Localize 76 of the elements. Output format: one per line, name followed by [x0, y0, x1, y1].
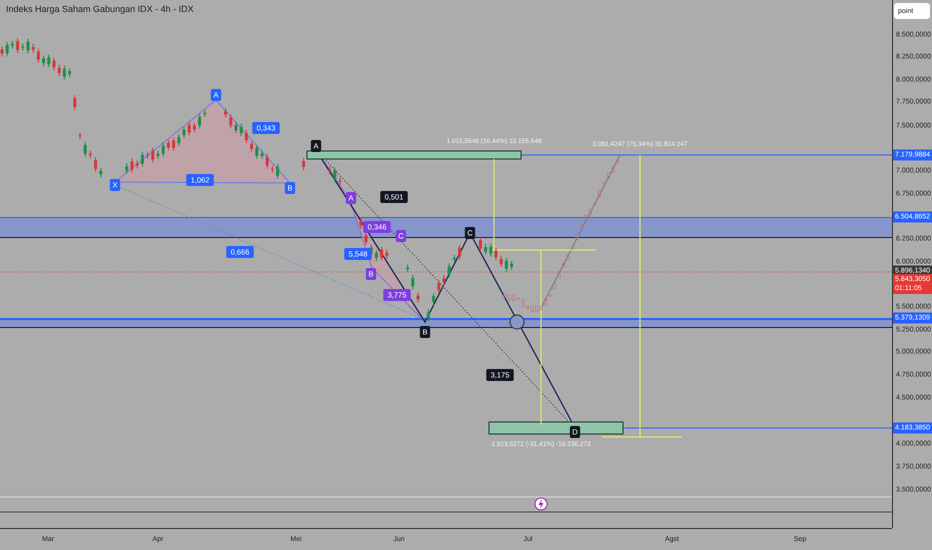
candle [32, 44, 35, 54]
candle [406, 264, 410, 273]
candle [478, 236, 482, 252]
candle [166, 139, 170, 151]
candle [484, 244, 488, 256]
candle [494, 247, 498, 261]
candle [84, 141, 87, 158]
candle [385, 249, 388, 260]
candle [255, 144, 258, 160]
candle [426, 308, 430, 322]
candle [452, 254, 456, 264]
candle [188, 121, 191, 136]
candle [240, 123, 243, 137]
candle [437, 280, 440, 294]
candle [510, 260, 514, 270]
chart-title: Indeks Harga Saham Gabungan IDX - 4h - IDX [6, 4, 194, 14]
candle [58, 64, 61, 76]
candle [234, 122, 238, 134]
candle [47, 54, 50, 68]
candle [62, 65, 66, 80]
candle [68, 68, 72, 78]
candle [52, 57, 56, 71]
circle-marker [510, 314, 524, 330]
candle [162, 142, 165, 158]
candle [500, 255, 503, 268]
candle [229, 114, 232, 129]
candle [21, 43, 24, 52]
candle [432, 292, 436, 306]
candle [73, 94, 76, 110]
candle [140, 151, 144, 168]
candle [489, 243, 492, 258]
candle [270, 165, 274, 174]
candle [416, 292, 420, 303]
candle [146, 151, 150, 160]
candle [99, 167, 102, 178]
candle [266, 153, 269, 170]
candle [16, 38, 20, 54]
candle [333, 166, 336, 183]
candle [125, 162, 128, 174]
candle [0, 46, 4, 58]
candle [328, 166, 332, 174]
candle [276, 163, 280, 180]
candle [10, 40, 14, 50]
candle [156, 150, 160, 160]
candle [380, 246, 384, 262]
candle [172, 137, 176, 152]
candle [182, 126, 186, 139]
candle [448, 262, 451, 278]
candle [151, 147, 154, 164]
lightning-icon[interactable] [534, 498, 548, 510]
candle [192, 122, 196, 133]
candle [88, 150, 92, 159]
candle [504, 257, 508, 272]
candle [6, 41, 9, 57]
candle [42, 54, 46, 67]
candle [359, 217, 362, 230]
candle [78, 132, 82, 140]
candle [203, 109, 206, 118]
candle [26, 38, 30, 54]
candle [250, 140, 254, 152]
candle [338, 177, 342, 186]
candle [177, 133, 180, 147]
candle [224, 108, 228, 118]
candle [94, 156, 98, 172]
candle [374, 249, 378, 262]
candle [364, 232, 368, 246]
candle [130, 158, 134, 174]
candle [458, 244, 462, 260]
candle [442, 274, 446, 286]
candle [198, 113, 202, 130]
candle [244, 130, 248, 144]
candle [136, 160, 139, 170]
candle [36, 48, 40, 64]
candle [302, 158, 306, 171]
candle [260, 150, 264, 160]
candle [411, 274, 414, 290]
